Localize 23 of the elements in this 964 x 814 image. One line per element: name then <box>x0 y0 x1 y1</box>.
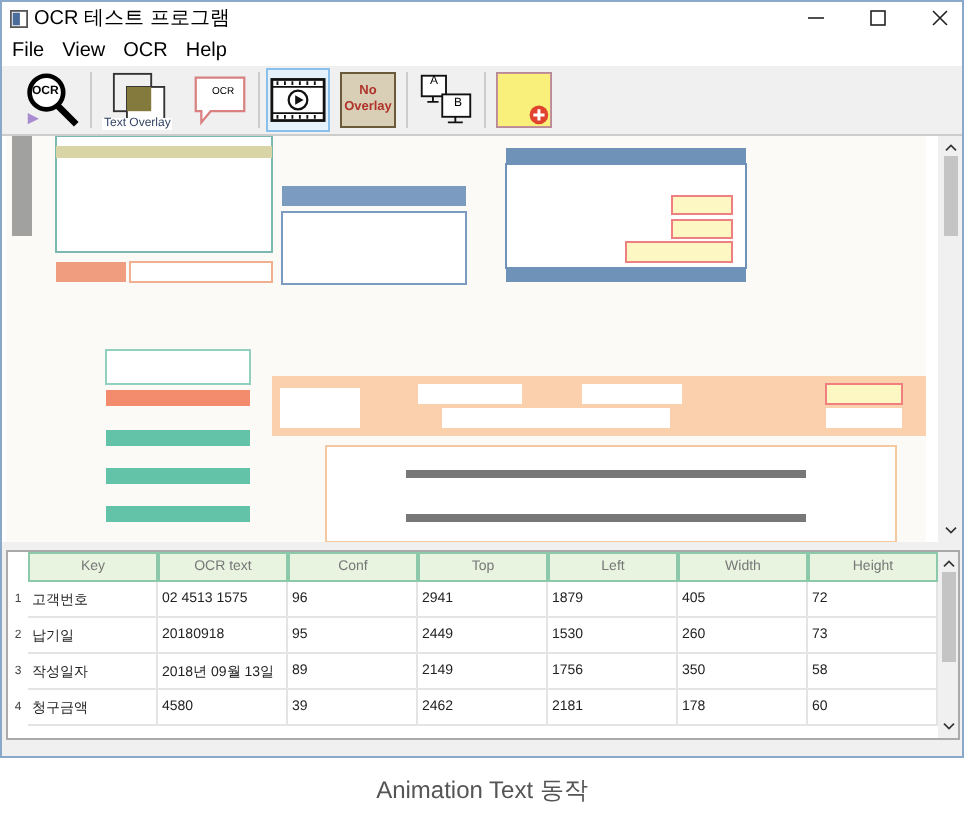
vertical-scrollbar[interactable] <box>938 136 962 542</box>
scroll-up-icon[interactable] <box>941 558 955 568</box>
maximize-icon[interactable] <box>868 8 888 28</box>
app-icon <box>10 9 28 27</box>
menu-item[interactable]: OCR <box>123 39 168 61</box>
toolbar-button[interactable] <box>266 68 330 132</box>
close-icon[interactable] <box>930 8 950 28</box>
film-play-icon <box>270 72 326 128</box>
scroll-thumb[interactable] <box>941 572 955 662</box>
caption: Animation Text 동작 <box>374 774 590 808</box>
scroll-down-icon[interactable] <box>943 526 957 536</box>
two-monitors-icon <box>418 72 474 128</box>
scroll-up-icon[interactable] <box>943 142 957 152</box>
scroll-thumb[interactable] <box>943 156 957 236</box>
magnifier-icon <box>24 72 80 128</box>
window-title: OCR 테스트 프로그램 <box>34 6 230 32</box>
note-add-icon <box>496 72 552 128</box>
menu-item[interactable]: File <box>12 39 45 61</box>
menu-item[interactable]: View <box>62 39 106 61</box>
speech-bubble-icon <box>192 72 248 128</box>
menu-item[interactable]: Help <box>185 39 227 61</box>
scroll-down-icon[interactable] <box>941 722 955 732</box>
table-scrollbar[interactable] <box>938 552 958 738</box>
